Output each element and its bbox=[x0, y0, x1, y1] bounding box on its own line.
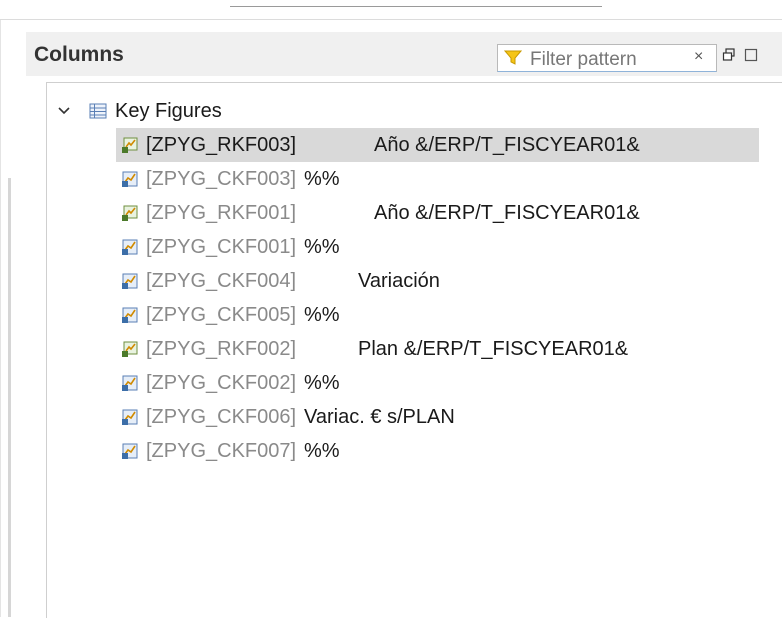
item-code: [ZPYG_RKF002] bbox=[146, 338, 297, 360]
item-description: %% bbox=[304, 304, 340, 326]
maximize-icon[interactable] bbox=[744, 48, 758, 62]
item-code: [ZPYG_CKF001] bbox=[146, 236, 297, 258]
item-code: [ZPYG_CKF005] bbox=[146, 304, 297, 326]
filter-input[interactable]: Filter pattern × bbox=[497, 44, 717, 72]
item-description: %% bbox=[304, 372, 340, 394]
tree-item[interactable]: [ZPYG_CKF007] %% bbox=[116, 434, 759, 468]
calculated-key-figure-icon bbox=[122, 375, 138, 391]
tree-item[interactable]: [ZPYG_RKF002] Plan &/ERP/T_FISCYEAR01& bbox=[116, 332, 759, 366]
restore-icon[interactable] bbox=[722, 48, 736, 62]
columns-tree: Key Figures [ZPYG_RKF003] Año &/ERP/T_FI… bbox=[46, 82, 782, 618]
item-code: [ZPYG_RKF003] bbox=[146, 134, 297, 156]
filter-clear-button[interactable]: × bbox=[694, 48, 703, 66]
tree-item[interactable]: [ZPYG_CKF006] Variac. € s/PLAN bbox=[116, 400, 759, 434]
calculated-key-figure-icon bbox=[122, 239, 138, 255]
left-edge bbox=[0, 20, 1, 617]
tree-item[interactable]: [ZPYG_CKF003] %% bbox=[116, 162, 759, 196]
item-code: [ZPYG_CKF006] bbox=[146, 406, 297, 428]
tree-item[interactable]: [ZPYG_RKF003] Año &/ERP/T_FISCYEAR01& bbox=[116, 128, 759, 162]
calculated-key-figure-icon bbox=[122, 273, 138, 289]
item-description: %% bbox=[304, 440, 340, 462]
left-resize-handle[interactable] bbox=[8, 178, 11, 617]
restricted-key-figure-icon bbox=[122, 205, 138, 221]
tree-item[interactable]: [ZPYG_CKF002] %% bbox=[116, 366, 759, 400]
item-description: Variación bbox=[358, 270, 440, 292]
tree-root-key-figures[interactable]: Key Figures bbox=[47, 94, 782, 128]
item-code: [ZPYG_CKF002] bbox=[146, 372, 297, 394]
panel-title: Columns bbox=[34, 43, 124, 66]
tree-item[interactable]: [ZPYG_CKF004] Variación bbox=[116, 264, 759, 298]
item-description: %% bbox=[304, 168, 340, 190]
top-separator bbox=[0, 19, 782, 20]
restricted-key-figure-icon bbox=[122, 137, 138, 153]
item-description: Plan &/ERP/T_FISCYEAR01& bbox=[358, 338, 629, 360]
tree-root-label: Key Figures bbox=[115, 100, 222, 122]
chevron-down-icon[interactable] bbox=[57, 104, 71, 118]
item-description: %% bbox=[304, 236, 340, 258]
columns-panel: Columns Filter pattern × Key Figures [ZP… bbox=[26, 22, 782, 618]
item-code: [ZPYG_CKF004] bbox=[146, 270, 297, 292]
panel-header: Columns Filter pattern × bbox=[26, 32, 782, 76]
funnel-icon bbox=[504, 50, 522, 65]
calculated-key-figure-icon bbox=[122, 443, 138, 459]
top-strip bbox=[0, 0, 782, 20]
top-divider bbox=[230, 6, 602, 7]
item-code: [ZPYG_CKF003] bbox=[146, 168, 297, 190]
tree-item[interactable]: [ZPYG_CKF005] %% bbox=[116, 298, 759, 332]
key-figures-table-icon bbox=[89, 103, 107, 119]
item-description: Año &/ERP/T_FISCYEAR01& bbox=[374, 134, 640, 156]
calculated-key-figure-icon bbox=[122, 171, 138, 187]
calculated-key-figure-icon bbox=[122, 307, 138, 323]
item-code: [ZPYG_CKF007] bbox=[146, 440, 297, 462]
tree-item[interactable]: [ZPYG_CKF001] %% bbox=[116, 230, 759, 264]
restricted-key-figure-icon bbox=[122, 341, 138, 357]
filter-placeholder: Filter pattern bbox=[530, 49, 637, 70]
item-description: Año &/ERP/T_FISCYEAR01& bbox=[374, 202, 640, 224]
item-description: Variac. € s/PLAN bbox=[304, 406, 455, 428]
item-code: [ZPYG_RKF001] bbox=[146, 202, 297, 224]
tree-item[interactable]: [ZPYG_RKF001] Año &/ERP/T_FISCYEAR01& bbox=[116, 196, 759, 230]
calculated-key-figure-icon bbox=[122, 409, 138, 425]
